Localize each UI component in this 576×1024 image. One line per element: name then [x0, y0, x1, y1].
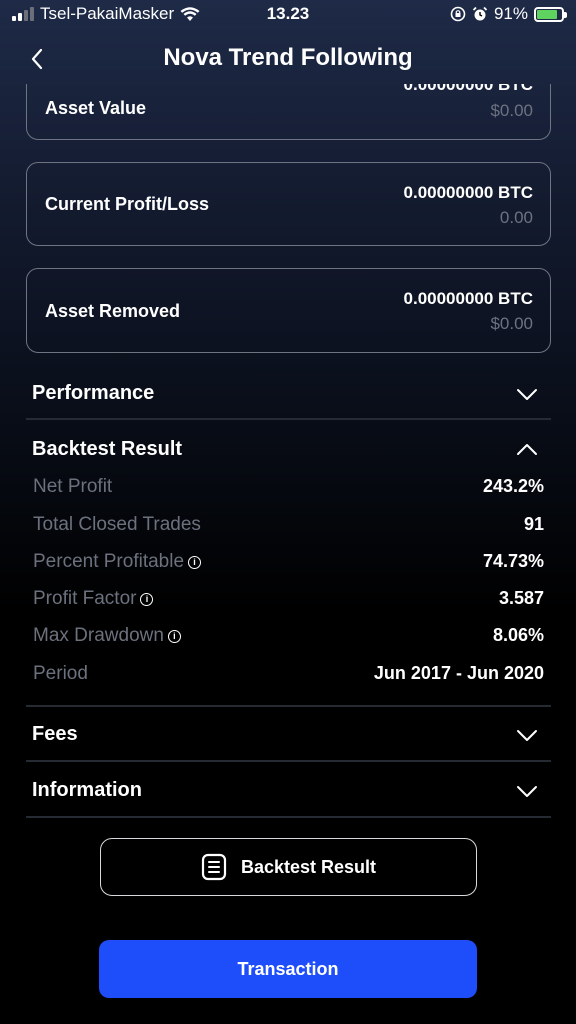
- row-value: 91: [523, 514, 544, 534]
- section-title: Information: [32, 779, 142, 801]
- card-label: Asset Removed: [45, 301, 181, 321]
- row-label-text: Net Profit: [33, 476, 113, 497]
- row-label-text: Profit Factor: [33, 588, 137, 609]
- status-right: 91%: [450, 4, 567, 24]
- row-value: 74.73%: [482, 551, 544, 571]
- backtest-result-button-label: Backtest Result: [240, 856, 377, 877]
- backtest-row-total-closed-trades: Total Closed Trades 91: [33, 514, 544, 544]
- transaction-button-label: Transaction: [237, 958, 339, 979]
- status-bar: Tsel-PakaiMasker 13.23 91%: [0, 0, 576, 32]
- nav-bar: Nova Trend Following: [0, 36, 576, 84]
- document-icon: [201, 853, 227, 881]
- row-value: 3.587: [498, 588, 544, 608]
- card-asset-value: Asset Value 0.00000000 BTC $0.00: [26, 84, 551, 140]
- backtest-result-button[interactable]: Backtest Result: [100, 838, 477, 896]
- section-title: Performance: [32, 382, 155, 404]
- row-label: Net Profit: [33, 476, 112, 498]
- chevron-down-icon: [517, 786, 537, 797]
- row-value: Jun 2017 - Jun 2020: [373, 663, 544, 683]
- card-amount: 0.00000000 BTC: [403, 183, 533, 202]
- row-value: 243.2%: [482, 476, 544, 496]
- divider: [26, 705, 551, 707]
- divider: [26, 418, 551, 420]
- info-icon[interactable]: i: [167, 629, 181, 643]
- card-current-profit-loss: Current Profit/Loss 0.00000000 BTC 0.00: [26, 162, 551, 246]
- divider: [26, 760, 551, 762]
- alarm-icon: [472, 6, 488, 21]
- row-label: Profit Factor i: [33, 588, 154, 610]
- backtest-row-period: Period Jun 2017 - Jun 2020: [33, 663, 544, 693]
- chevron-up-icon: [517, 444, 537, 455]
- card-label: Asset Value: [45, 98, 147, 118]
- card-amount: 0.00000000 BTC: [403, 289, 533, 308]
- row-label: Percent Profitable i: [33, 551, 202, 573]
- section-backtest-result[interactable]: Backtest Result: [26, 426, 551, 474]
- row-value: 8.06%: [492, 625, 544, 645]
- rotation-lock-icon: [450, 6, 466, 22]
- card-label: Current Profit/Loss: [45, 194, 210, 214]
- card-amount: 0.00000000 BTC: [403, 84, 533, 94]
- section-title: Fees: [32, 723, 78, 745]
- card-asset-removed: Asset Removed 0.00000000 BTC $0.00: [26, 268, 551, 353]
- backtest-row-max-drawdown: Max Drawdown i 8.06%: [33, 625, 544, 655]
- row-label: Total Closed Trades: [33, 514, 201, 536]
- info-icon[interactable]: i: [140, 592, 154, 606]
- card-fiat: $0.00: [490, 101, 533, 120]
- section-performance[interactable]: Performance: [26, 370, 551, 418]
- divider: [26, 816, 551, 818]
- card-fiat: $0.00: [490, 314, 533, 333]
- row-label-text: Period: [33, 663, 88, 684]
- row-label-text: Percent Profitable: [33, 551, 185, 572]
- backtest-row-profit-factor: Profit Factor i 3.587: [33, 588, 544, 618]
- row-label-text: Total Closed Trades: [33, 514, 201, 535]
- battery-percent: 91%: [493, 4, 528, 23]
- scroll-clip: Asset Value 0.00000000 BTC $0.00: [0, 84, 576, 144]
- info-icon[interactable]: i: [188, 555, 202, 569]
- row-label: Period: [33, 663, 88, 685]
- page-title: Nova Trend Following: [163, 44, 413, 71]
- card-fiat: 0.00: [499, 208, 533, 227]
- row-label: Max Drawdown i: [33, 625, 181, 647]
- battery-icon: [534, 6, 567, 22]
- section-information[interactable]: Information: [26, 767, 551, 815]
- chevron-down-icon: [517, 389, 537, 400]
- transaction-button[interactable]: Transaction: [99, 940, 477, 998]
- row-label-text: Max Drawdown: [33, 625, 164, 646]
- section-fees[interactable]: Fees: [26, 711, 551, 759]
- chevron-down-icon: [517, 730, 537, 741]
- backtest-row-net-profit: Net Profit 243.2%: [33, 476, 544, 506]
- section-title: Backtest Result: [32, 438, 183, 460]
- backtest-row-percent-profitable: Percent Profitable i 74.73%: [33, 551, 544, 581]
